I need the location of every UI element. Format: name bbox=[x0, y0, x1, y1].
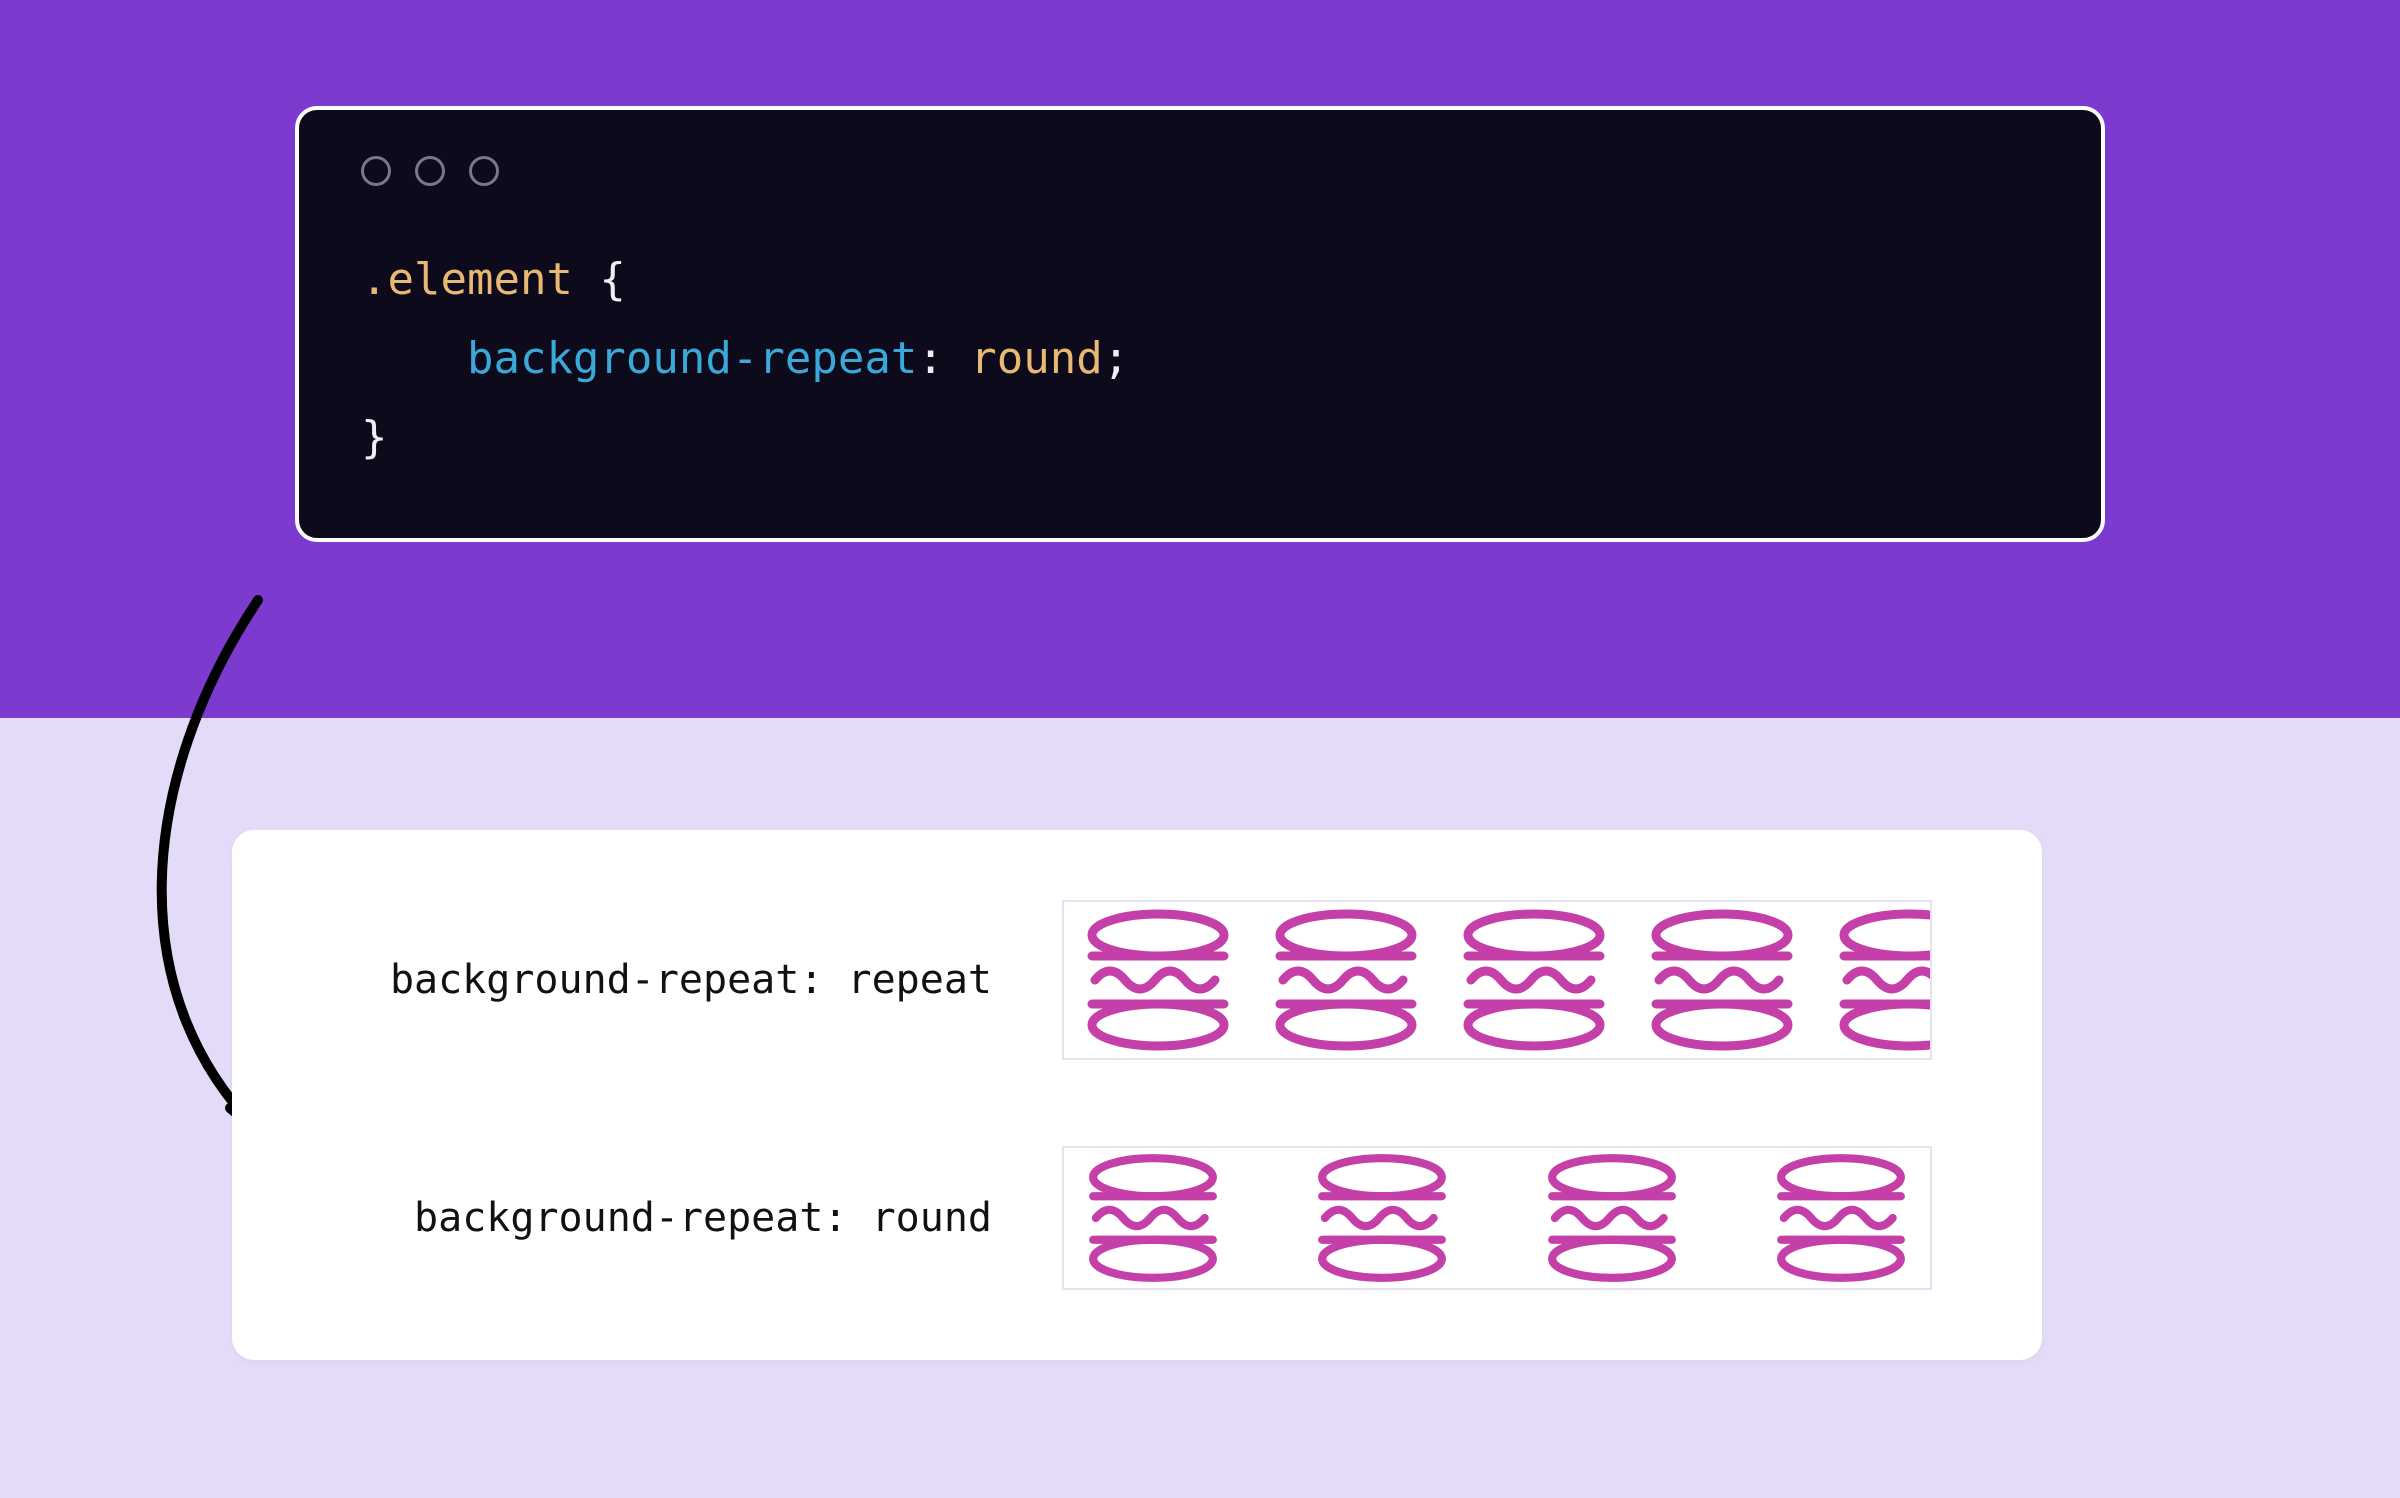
window-controls bbox=[361, 156, 2039, 186]
code-brace-close: } bbox=[361, 412, 388, 463]
hero-section: .element { background-repeat: round; } bbox=[0, 0, 2400, 718]
code-selector: .element bbox=[361, 254, 573, 305]
example-label-repeat: background-repeat: repeat bbox=[312, 957, 992, 1003]
demo-round-box bbox=[1062, 1146, 1932, 1290]
example-row-repeat: background-repeat: repeat bbox=[312, 900, 1972, 1060]
example-label-round: background-repeat: round bbox=[312, 1195, 992, 1241]
macaron-icon bbox=[1440, 905, 1628, 1055]
macaron-icon bbox=[1252, 905, 1440, 1055]
window-dot-icon bbox=[469, 156, 499, 186]
macaron-icon bbox=[1628, 905, 1816, 1055]
macaron-icon bbox=[1297, 1150, 1467, 1286]
macaron-icon bbox=[1816, 905, 1932, 1055]
window-dot-icon bbox=[415, 156, 445, 186]
code-block: .element { background-repeat: round; } bbox=[361, 240, 2039, 478]
code-value: round bbox=[970, 333, 1102, 384]
code-colon: : bbox=[917, 333, 970, 384]
demo-repeat-box bbox=[1062, 900, 1932, 1060]
code-property: background-repeat bbox=[467, 333, 917, 384]
macaron-icon bbox=[1068, 1150, 1238, 1286]
macaron-icon bbox=[1527, 1150, 1697, 1286]
code-semicolon: ; bbox=[1103, 333, 1130, 384]
code-indent bbox=[361, 333, 467, 384]
window-dot-icon bbox=[361, 156, 391, 186]
example-row-round: background-repeat: round bbox=[312, 1146, 1972, 1290]
macaron-icon bbox=[1756, 1150, 1926, 1286]
example-card: background-repeat: repeat background-rep… bbox=[232, 830, 2042, 1360]
code-window: .element { background-repeat: round; } bbox=[295, 106, 2105, 542]
code-brace-open: { bbox=[573, 254, 626, 305]
macaron-icon bbox=[1064, 905, 1252, 1055]
